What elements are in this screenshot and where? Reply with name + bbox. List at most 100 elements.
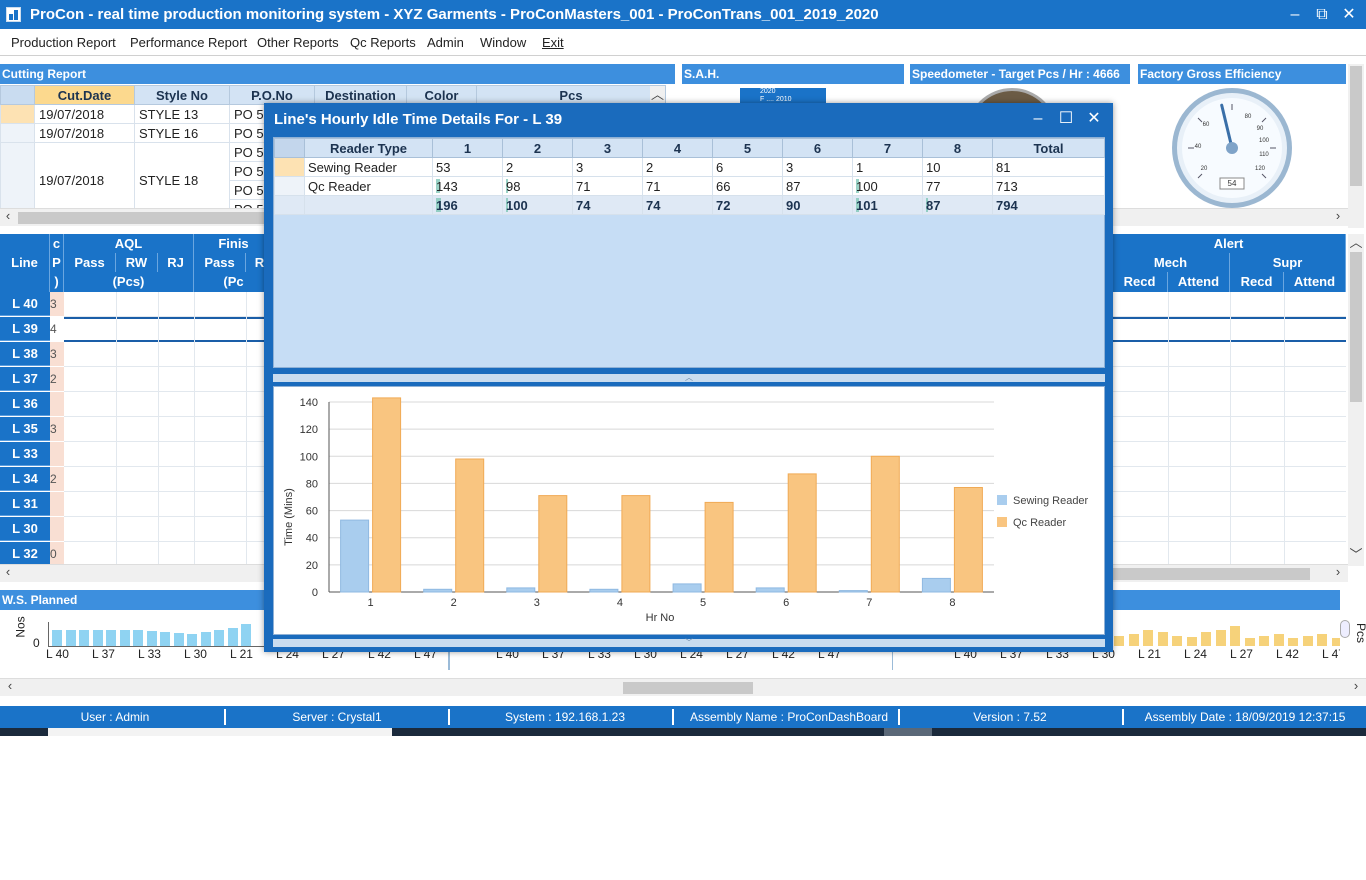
scroll-thumb[interactable] (1350, 252, 1362, 402)
scroll-thumb[interactable] (18, 212, 268, 224)
col-cut-date[interactable]: Cut.Date (34, 85, 135, 105)
row-header[interactable] (0, 123, 35, 143)
ws-y-label: Nos (13, 616, 28, 638)
line-row-header[interactable]: L 34 (0, 467, 50, 491)
scroll-thumb[interactable] (1110, 568, 1310, 580)
idle-col-hour[interactable]: 6 (782, 138, 853, 158)
ws-bar (146, 631, 157, 646)
idle-corner[interactable] (274, 138, 305, 158)
main-vscroll[interactable]: ︿ ﹀ (1348, 234, 1364, 566)
scroll-right-icon[interactable]: › (1330, 209, 1346, 226)
line-row-header[interactable]: L 38 (0, 342, 50, 366)
menu-window[interactable]: Window (480, 35, 526, 50)
bottom-hscroll[interactable]: ‹ › (0, 678, 1366, 696)
units-header: (Pcs) (64, 272, 194, 292)
scroll-thumb[interactable] (1350, 66, 1362, 186)
dialog-close-button[interactable]: ✕ (1080, 107, 1108, 131)
ws-axis-label: L 30 (184, 647, 207, 661)
col-pcs[interactable]: Pcs (476, 85, 666, 105)
idle-col-total[interactable]: Total (992, 138, 1105, 158)
status-bar: User : Admin Server : Crystal1 System : … (0, 706, 1366, 728)
line-pink-cell (50, 392, 64, 416)
gauge-tick: 80 (1245, 114, 1252, 120)
col-po-no[interactable]: P.O.No (229, 85, 315, 105)
menu-exit[interactable]: Exit (542, 35, 564, 50)
line-row-header[interactable]: L 33 (0, 442, 50, 466)
qc-bar-7 (870, 455, 900, 593)
row-header[interactable] (274, 176, 305, 196)
ws-bar (1114, 636, 1124, 646)
idle-col-hour[interactable]: 3 (572, 138, 643, 158)
qc-bar-5 (704, 501, 734, 593)
cell-style: STYLE 16 (134, 123, 230, 143)
dialog-splitter[interactable]: ︿ (273, 374, 1105, 382)
col-destination[interactable]: Destination (314, 85, 407, 105)
total-cell: 196 (432, 195, 503, 215)
line-row-header[interactable]: L 31 (0, 492, 50, 516)
sewing-bar-4 (589, 588, 619, 593)
efficiency-hscroll[interactable]: › (1110, 208, 1348, 226)
table-row[interactable]: Sewing Reader 53 2 3 2 6 3 1 10 81 (274, 157, 1105, 177)
sub-header-pass-2: Pass (194, 253, 246, 272)
idle-col-reader-type[interactable]: Reader Type (304, 138, 433, 158)
line-row-header[interactable]: L 39 (0, 317, 50, 341)
dialog-title: Line's Hourly Idle Time Details For - L … (274, 111, 563, 128)
col-supr-recd[interactable]: Recd (1230, 272, 1284, 292)
scroll-left-icon[interactable]: ‹ (0, 209, 16, 226)
qc-bar-1 (372, 397, 402, 593)
line-header[interactable]: Line (0, 234, 50, 292)
menu-production-report[interactable]: Production Report (11, 35, 116, 50)
menu-qc-reports[interactable]: Qc Reports (350, 35, 416, 50)
row-header[interactable] (274, 195, 305, 215)
col-supr-attend[interactable]: Attend (1284, 272, 1346, 292)
idle-cell: 2 (642, 157, 713, 177)
idle-col-hour[interactable]: 7 (852, 138, 923, 158)
idle-cell: 3 (782, 157, 853, 177)
idle-col-hour[interactable]: 4 (642, 138, 713, 158)
gauge-tick: 100 (1259, 138, 1270, 144)
efficiency-panel: Factory Gross Efficiency 20 40 60 80 90 … (1138, 64, 1346, 214)
col-style-no[interactable]: Style No (134, 85, 230, 105)
menu-performance-report[interactable]: Performance Report (130, 35, 247, 50)
row-header[interactable] (0, 104, 35, 124)
line-row-header[interactable]: L 36 (0, 392, 50, 416)
idle-col-hour[interactable]: 5 (712, 138, 783, 158)
status-assembly-name: Assembly Name : ProConDashBoard (689, 710, 889, 724)
idle-time-dialog: Line's Hourly Idle Time Details For - L … (264, 103, 1113, 652)
top-right-vscroll[interactable] (1348, 64, 1364, 228)
col-mech-attend[interactable]: Attend (1168, 272, 1230, 292)
line-pink-cell: 0 (50, 542, 64, 566)
scroll-thumb[interactable] (623, 682, 753, 694)
ws-axis-label: L 37 (92, 647, 115, 661)
x-tick-label: 8 (949, 597, 955, 609)
idle-col-hour[interactable]: 8 (922, 138, 993, 158)
col-mech-recd[interactable]: Recd (1112, 272, 1168, 292)
line-row-header[interactable]: L 40 (0, 292, 50, 316)
scroll-left-icon[interactable]: ‹ (0, 565, 16, 582)
window-title: ProCon - real time production monitoring… (30, 6, 879, 23)
y-tick-label: 140 (300, 397, 318, 409)
line-row-header[interactable]: L 35 (0, 417, 50, 441)
totals-row[interactable]: 196 100 74 74 72 90 101 87 794 (274, 195, 1105, 215)
scroll-left-icon[interactable]: ‹ (2, 679, 18, 696)
row-header[interactable] (274, 157, 305, 177)
ws-bar (1215, 630, 1226, 646)
dialog-minimize-button[interactable]: – (1024, 107, 1052, 131)
scroll-right-icon[interactable]: › (1348, 679, 1364, 696)
corner-cell[interactable] (0, 85, 35, 105)
idle-col-hour[interactable]: 2 (502, 138, 573, 158)
menu-other-reports[interactable]: Other Reports (257, 35, 339, 50)
col-color[interactable]: Color (406, 85, 477, 105)
ws-bar (227, 628, 238, 646)
table-row[interactable]: Qc Reader 143 98 71 71 66 87 100 77 713 (274, 176, 1105, 196)
menu-admin[interactable]: Admin (427, 35, 464, 50)
ws-bar (1273, 634, 1284, 646)
line-row-header[interactable]: L 30 (0, 517, 50, 541)
dialog-maximize-button[interactable]: ☐ (1052, 107, 1080, 131)
scroll-right-icon[interactable]: › (1330, 565, 1346, 582)
line-row-header[interactable]: L 37 (0, 367, 50, 391)
close-button[interactable]: ✕ (1332, 0, 1366, 29)
idle-col-hour[interactable]: 1 (432, 138, 503, 158)
line-row-header[interactable]: L 32 (0, 542, 50, 566)
dialog-bottom-splitter[interactable]: ﹀ (273, 639, 1105, 647)
